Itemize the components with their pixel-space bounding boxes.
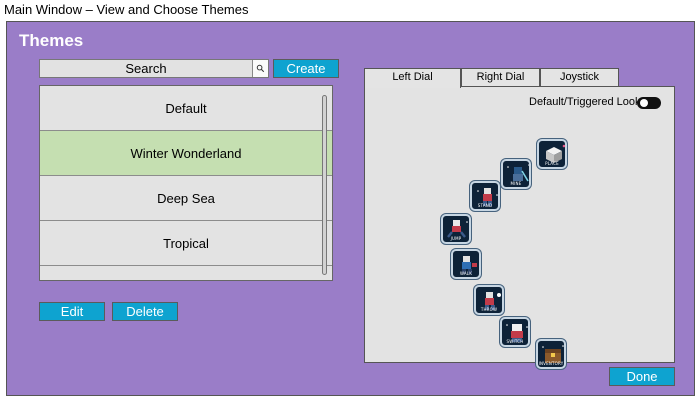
jump-caption: JUMP bbox=[450, 236, 462, 241]
theme-item-default[interactable]: Default bbox=[40, 86, 332, 131]
theme-item-tropical[interactable]: Tropical bbox=[40, 221, 332, 266]
tab-joystick[interactable]: Joystick bbox=[540, 68, 619, 87]
walk-icon[interactable]: WALK bbox=[451, 249, 481, 279]
window-title: Main Window – View and Choose Themes bbox=[4, 2, 249, 17]
list-scrollbar[interactable] bbox=[322, 95, 327, 275]
theme-item-empty[interactable] bbox=[40, 266, 332, 280]
walk-caption: WALK bbox=[459, 271, 473, 276]
delete-button[interactable]: Delete bbox=[112, 302, 178, 321]
place-caption: PLACE bbox=[545, 161, 559, 166]
search-button[interactable] bbox=[252, 60, 268, 77]
search-input[interactable]: Search bbox=[40, 60, 252, 77]
theme-item-winter-wonderland[interactable]: Winter Wonderland bbox=[40, 131, 332, 176]
search-box[interactable]: Search bbox=[39, 59, 269, 78]
theme-list: Default Winter Wonderland Deep Sea Tropi… bbox=[39, 85, 333, 281]
place-icon[interactable]: PLACE bbox=[537, 139, 567, 169]
theme-item-deep-sea[interactable]: Deep Sea bbox=[40, 176, 332, 221]
jump-icon[interactable]: JUMP bbox=[441, 214, 471, 244]
toggle-knob bbox=[640, 99, 648, 107]
mine-icon[interactable]: MINE bbox=[501, 159, 531, 189]
switch-caption: SWITCH bbox=[506, 339, 524, 344]
dial-panel: Default/Triggered Look PLACE MINE STAND … bbox=[364, 86, 675, 369]
tab-right-dial[interactable]: Right Dial bbox=[461, 68, 540, 87]
inventory-icon[interactable]: INVENTORY bbox=[536, 339, 566, 369]
inventory-caption: INVENTORY bbox=[538, 361, 564, 366]
search-icon bbox=[256, 64, 265, 73]
stand-caption: STAND bbox=[477, 203, 493, 208]
edit-button[interactable]: Edit bbox=[39, 302, 105, 321]
stand-icon[interactable]: STAND bbox=[470, 181, 500, 211]
look-toggle[interactable] bbox=[637, 97, 661, 109]
throw-caption: THROW bbox=[480, 307, 498, 312]
tab-left-dial[interactable]: Left Dial bbox=[364, 68, 461, 88]
throw-icon[interactable]: THROW bbox=[474, 285, 504, 315]
mine-caption: MINE bbox=[510, 181, 522, 186]
switch-icon[interactable]: SWITCH bbox=[500, 317, 530, 347]
create-button[interactable]: Create bbox=[273, 59, 339, 78]
main-window: Themes Search Create Default Winter Wond… bbox=[6, 21, 695, 396]
themes-heading: Themes bbox=[19, 31, 84, 50]
done-button[interactable]: Done bbox=[609, 367, 675, 386]
look-toggle-label: Default/Triggered Look bbox=[529, 96, 641, 108]
